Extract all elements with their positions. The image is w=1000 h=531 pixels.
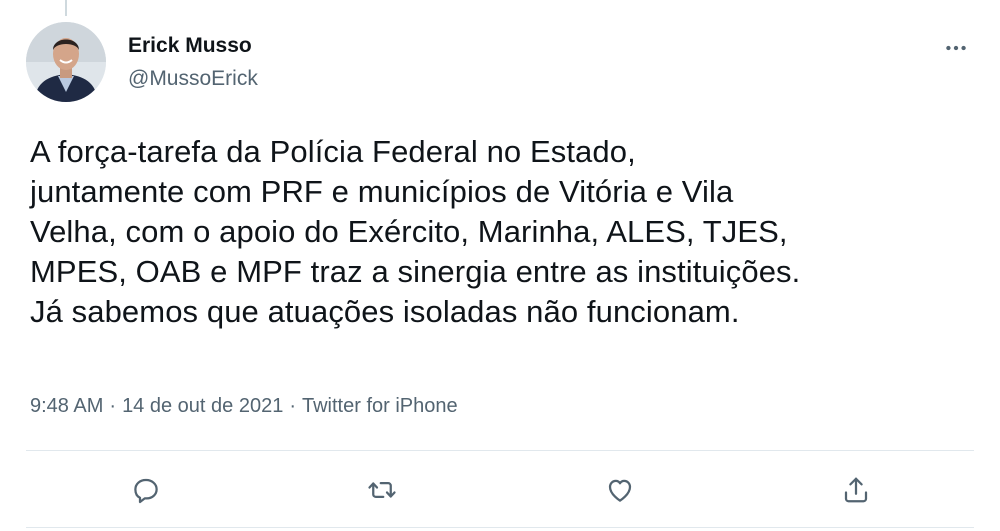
avatar-image (26, 22, 106, 102)
tweet-source[interactable]: Twitter for iPhone (302, 395, 458, 417)
author-display-name[interactable]: Erick Musso (128, 34, 258, 58)
more-options-button[interactable] (938, 30, 974, 66)
tweet-text-line: Velha, com o apoio do Exército, Marinha,… (30, 214, 788, 249)
tweet-text: A força-tarefa da Polícia Federal no Est… (30, 132, 975, 332)
divider-top (26, 450, 974, 451)
meta-separator: · (289, 395, 296, 417)
tweet-text-line: MPES, OAB e MPF traz a sinergia entre as… (30, 254, 801, 289)
reply-button[interactable] (126, 470, 166, 510)
retweet-icon (368, 482, 396, 498)
tweet-text-line: Já sabemos que atuações isoladas não fun… (30, 294, 740, 329)
reply-icon (134, 478, 158, 504)
author-block[interactable]: Erick Musso @MussoErick (128, 34, 258, 91)
tweet-date[interactable]: 14 de out de 2021 (122, 395, 283, 417)
tweet-text-line: A força-tarefa da Polícia Federal no Est… (30, 134, 636, 169)
author-handle[interactable]: @MussoErick (128, 67, 258, 91)
meta-separator: · (109, 395, 117, 417)
avatar[interactable] (26, 22, 106, 102)
tweet-header: Erick Musso @MussoErick (26, 22, 974, 104)
tweet-card: Erick Musso @MussoErick A força-tarefa d… (0, 0, 1000, 531)
tweet-text-line: juntamente com PRF e municípios de Vitór… (30, 174, 734, 209)
heart-icon (608, 479, 632, 502)
like-button[interactable] (600, 470, 640, 510)
thread-connector-line (65, 0, 67, 16)
share-button[interactable] (836, 470, 876, 510)
retweet-button[interactable] (362, 470, 402, 510)
more-horizontal-icon (946, 45, 966, 51)
tweet-metadata: 9:48 AM · 14 de out de 2021 · Twitter for iP… (30, 394, 458, 418)
action-bar (26, 452, 974, 526)
divider-bottom (26, 527, 974, 528)
tweet-time[interactable]: 9:48 AM (30, 395, 103, 417)
share-icon (844, 477, 868, 503)
